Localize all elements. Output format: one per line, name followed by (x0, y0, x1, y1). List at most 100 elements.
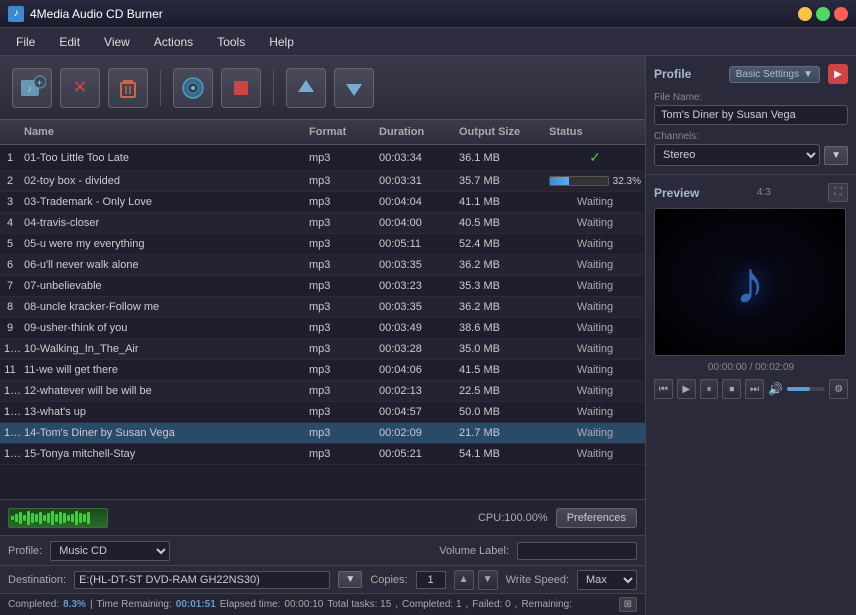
add-file-button[interactable]: ♪ + (12, 68, 52, 108)
write-speed-label: Write Speed: (506, 574, 569, 586)
header-size[interactable]: Output Size (455, 124, 545, 140)
basic-settings-button[interactable]: Basic Settings ▼ (729, 66, 820, 83)
row-name: 15-Tonya mitchell-Stay (20, 446, 305, 462)
rewind-button[interactable]: ⏮ (654, 379, 673, 399)
copies-input[interactable] (416, 571, 446, 589)
status-waiting: Waiting (545, 425, 645, 441)
table-row[interactable]: 1 01-Too Little Too Late mp3 00:03:34 36… (0, 145, 645, 171)
menu-view[interactable]: View (92, 31, 142, 53)
progress-pct: 32.3% (613, 176, 641, 187)
maximize-button[interactable] (816, 7, 830, 21)
table-row[interactable]: 10 10-Walking_In_The_Air mp3 00:03:28 35… (0, 339, 645, 360)
table-row[interactable]: 6 06-u'll never walk alone mp3 00:03:35 … (0, 255, 645, 276)
header-duration[interactable]: Duration (375, 124, 455, 140)
row-name: 08-uncle kracker-Follow me (20, 299, 305, 315)
row-name: 11-we will get there (20, 362, 305, 378)
row-size: 36.2 MB (455, 299, 545, 315)
preview-canvas: ♪ (654, 208, 846, 356)
table-row[interactable]: 11 11-we will get there mp3 00:04:06 41.… (0, 360, 645, 381)
pause-button[interactable]: ⏸ (700, 379, 719, 399)
play-button[interactable]: ▶ (677, 379, 696, 399)
settings-preview-button[interactable]: ⚙ (829, 379, 848, 399)
row-name: 06-u'll never walk alone (20, 257, 305, 273)
header-status[interactable]: Status (545, 124, 645, 140)
row-name: 12-whatever will be will be (20, 383, 305, 399)
header-format[interactable]: Format (305, 124, 375, 140)
menu-tools[interactable]: Tools (205, 31, 257, 53)
header-name[interactable]: Name (20, 124, 305, 140)
preferences-button[interactable]: Preferences (556, 508, 637, 528)
menu-edit[interactable]: Edit (47, 31, 92, 53)
preview-controls: ⏮ ▶ ⏸ ⏹ ⏭ 🔊 ⚙ (654, 379, 848, 399)
svg-text:+: + (37, 78, 42, 88)
table-row[interactable]: 2 02-toy box - divided mp3 00:03:31 35.7… (0, 171, 645, 192)
table-row[interactable]: 9 09-usher-think of you mp3 00:03:49 38.… (0, 318, 645, 339)
table-row[interactable]: 4 04-travis-closer mp3 00:04:00 40.5 MB … (0, 213, 645, 234)
channels-select[interactable]: Stereo Mono (654, 144, 820, 166)
stop-preview-button[interactable]: ⏹ (722, 379, 741, 399)
menu-actions[interactable]: Actions (142, 31, 205, 53)
status-waiting: Waiting (545, 299, 645, 315)
table-row[interactable]: 7 07-unbelievable mp3 00:03:23 35.3 MB W… (0, 276, 645, 297)
table-row[interactable]: 3 03-Trademark - Only Love mp3 00:04:04 … (0, 192, 645, 213)
status-waiting: Waiting (545, 341, 645, 357)
row-size: 35.3 MB (455, 278, 545, 294)
dest-dropdown-button[interactable]: ▼ (338, 571, 362, 588)
file-name-input[interactable] (654, 105, 848, 125)
write-speed-select[interactable]: Max (577, 570, 637, 590)
volume-label-input[interactable] (517, 542, 637, 560)
basic-settings-label: Basic Settings (736, 69, 799, 80)
destination-input[interactable] (74, 571, 330, 589)
left-panel: ♪ + ✕ (0, 56, 646, 615)
table-row[interactable]: 14 14-Tom's Diner by Susan Vega mp3 00:0… (0, 423, 645, 444)
preview-screen-button[interactable]: ⛶ (828, 183, 848, 202)
waveform-bar (67, 515, 70, 521)
progress-fill (550, 177, 569, 185)
waveform-bar (23, 515, 26, 521)
copies-up-button[interactable]: ▲ (454, 570, 474, 590)
delete-button[interactable] (108, 68, 148, 108)
table-row[interactable]: 13 13-what's up mp3 00:04:57 50.0 MB Wai… (0, 402, 645, 423)
progress-bar (549, 176, 609, 186)
row-number: 2 (0, 173, 20, 189)
table-row[interactable]: 12 12-whatever will be will be mp3 00:02… (0, 381, 645, 402)
channels-row: Stereo Mono ▼ (654, 144, 848, 166)
row-duration: 00:03:34 (375, 150, 455, 166)
row-name: 04-travis-closer (20, 215, 305, 231)
channels-dropdown-button[interactable]: ▼ (824, 146, 848, 165)
waveform-bar (27, 511, 30, 525)
row-size: 35.0 MB (455, 341, 545, 357)
settings-row: Profile: Music CD Volume Label: (0, 535, 645, 565)
volume-icon: 🔊 (768, 382, 783, 396)
menu-file[interactable]: File (4, 31, 47, 53)
row-number: 5 (0, 236, 20, 252)
close-button[interactable] (834, 7, 848, 21)
title-bar: ♪ 4Media Audio CD Burner (0, 0, 856, 28)
row-size: 50.0 MB (455, 404, 545, 420)
profile-select[interactable]: Music CD (50, 541, 170, 561)
waveform-bar (51, 511, 54, 525)
status-expand-button[interactable]: ⊞ (619, 597, 637, 612)
profile-expand-button[interactable]: ▶ (828, 64, 848, 84)
main-container: ♪ + ✕ (0, 56, 856, 615)
waveform-bar (19, 512, 22, 524)
cancel-button[interactable]: ✕ (60, 68, 100, 108)
volume-slider[interactable] (787, 387, 825, 391)
minimize-button[interactable] (798, 7, 812, 21)
row-number: 4 (0, 215, 20, 231)
table-row[interactable]: 5 05-u were my everything mp3 00:05:11 5… (0, 234, 645, 255)
table-row[interactable]: 15 15-Tonya mitchell-Stay mp3 00:05:21 5… (0, 444, 645, 465)
copies-down-button[interactable]: ▼ (478, 570, 498, 590)
encode-button[interactable] (173, 68, 213, 108)
row-name: 13-what's up (20, 404, 305, 420)
row-size: 22.5 MB (455, 383, 545, 399)
up-button[interactable] (286, 68, 326, 108)
row-duration: 00:03:28 (375, 341, 455, 357)
status-waiting: Waiting (545, 236, 645, 252)
status-time-remaining-label: Time Remaining: (97, 599, 172, 610)
stop-button[interactable] (221, 68, 261, 108)
menu-help[interactable]: Help (257, 31, 306, 53)
table-row[interactable]: 8 08-uncle kracker-Follow me mp3 00:03:3… (0, 297, 645, 318)
down-button[interactable] (334, 68, 374, 108)
forward-button[interactable]: ⏭ (745, 379, 764, 399)
